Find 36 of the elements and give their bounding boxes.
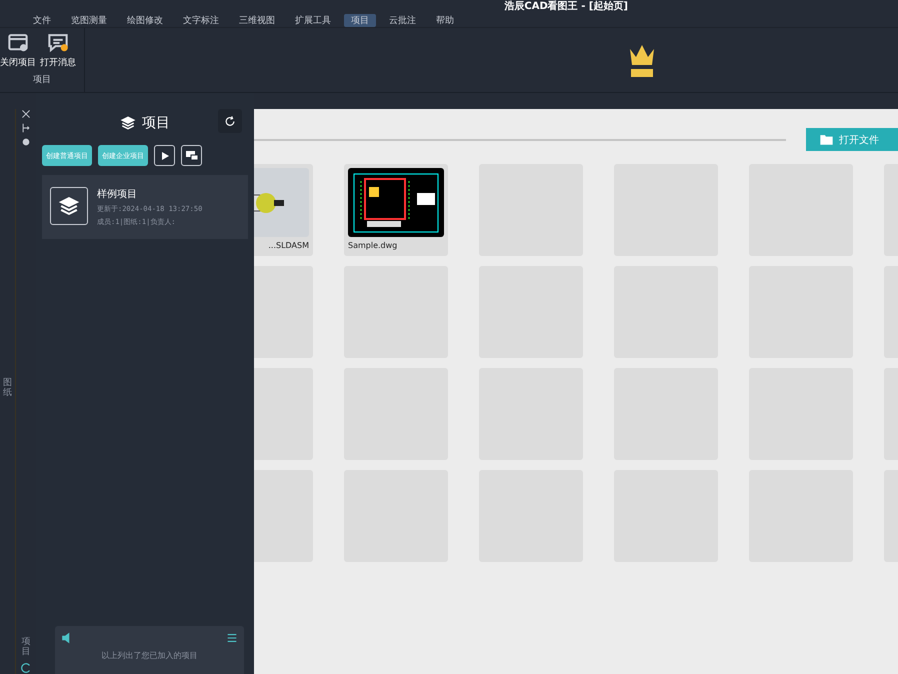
ribbon-button[interactable]: 打开消息 (40, 32, 76, 69)
menu-tab[interactable]: 文件 (26, 14, 58, 26)
side-tab[interactable]: 图纸 (3, 379, 12, 399)
file-name: ...SLDASM (268, 241, 309, 250)
footer-text: 以上列出了您已加入的项目 (100, 650, 198, 661)
ribbon-button[interactable]: 关闭项目 (0, 32, 36, 69)
menu-tab[interactable]: 云批注 (382, 14, 423, 26)
menu-tab[interactable]: 览图测量 (64, 14, 114, 26)
menu-tab[interactable]: 文字标注 (176, 14, 226, 26)
project-name: 样例项目 (97, 188, 138, 201)
side-tab[interactable]: 项目 (22, 638, 30, 658)
menu-tab[interactable]: 帮助 (429, 14, 461, 26)
logo-icon (20, 662, 32, 674)
window-icon (7, 32, 29, 54)
panel-title: 项目 (142, 114, 170, 132)
chat-icon (184, 150, 198, 162)
close-icon (21, 109, 31, 119)
layers-icon (58, 195, 80, 217)
message-icon (47, 32, 69, 54)
chat-button[interactable] (181, 145, 202, 166)
menu-tab[interactable]: 绘图修改 (120, 14, 170, 26)
menu-tab[interactable]: 项目 (344, 14, 376, 26)
file-name: Sample.dwg (348, 241, 398, 250)
menu-tab[interactable]: 扩展工具 (288, 14, 338, 26)
play-icon (160, 150, 170, 160)
ribbon-group-label: 项目 (33, 74, 51, 86)
list-icon (226, 632, 238, 644)
refresh-button[interactable] (218, 109, 242, 133)
menu-tab[interactable]: 三维视图 (232, 14, 282, 26)
file-card[interactable]: Sample.dwg (344, 164, 448, 256)
play-button[interactable] (154, 145, 175, 166)
folder-icon (820, 133, 833, 146)
refresh-icon (224, 114, 236, 128)
layers-icon (120, 115, 136, 131)
file-card[interactable]: ...SLDASM (254, 164, 313, 256)
window-title: 浩辰CAD看图王 - [起始页] (504, 0, 628, 12)
